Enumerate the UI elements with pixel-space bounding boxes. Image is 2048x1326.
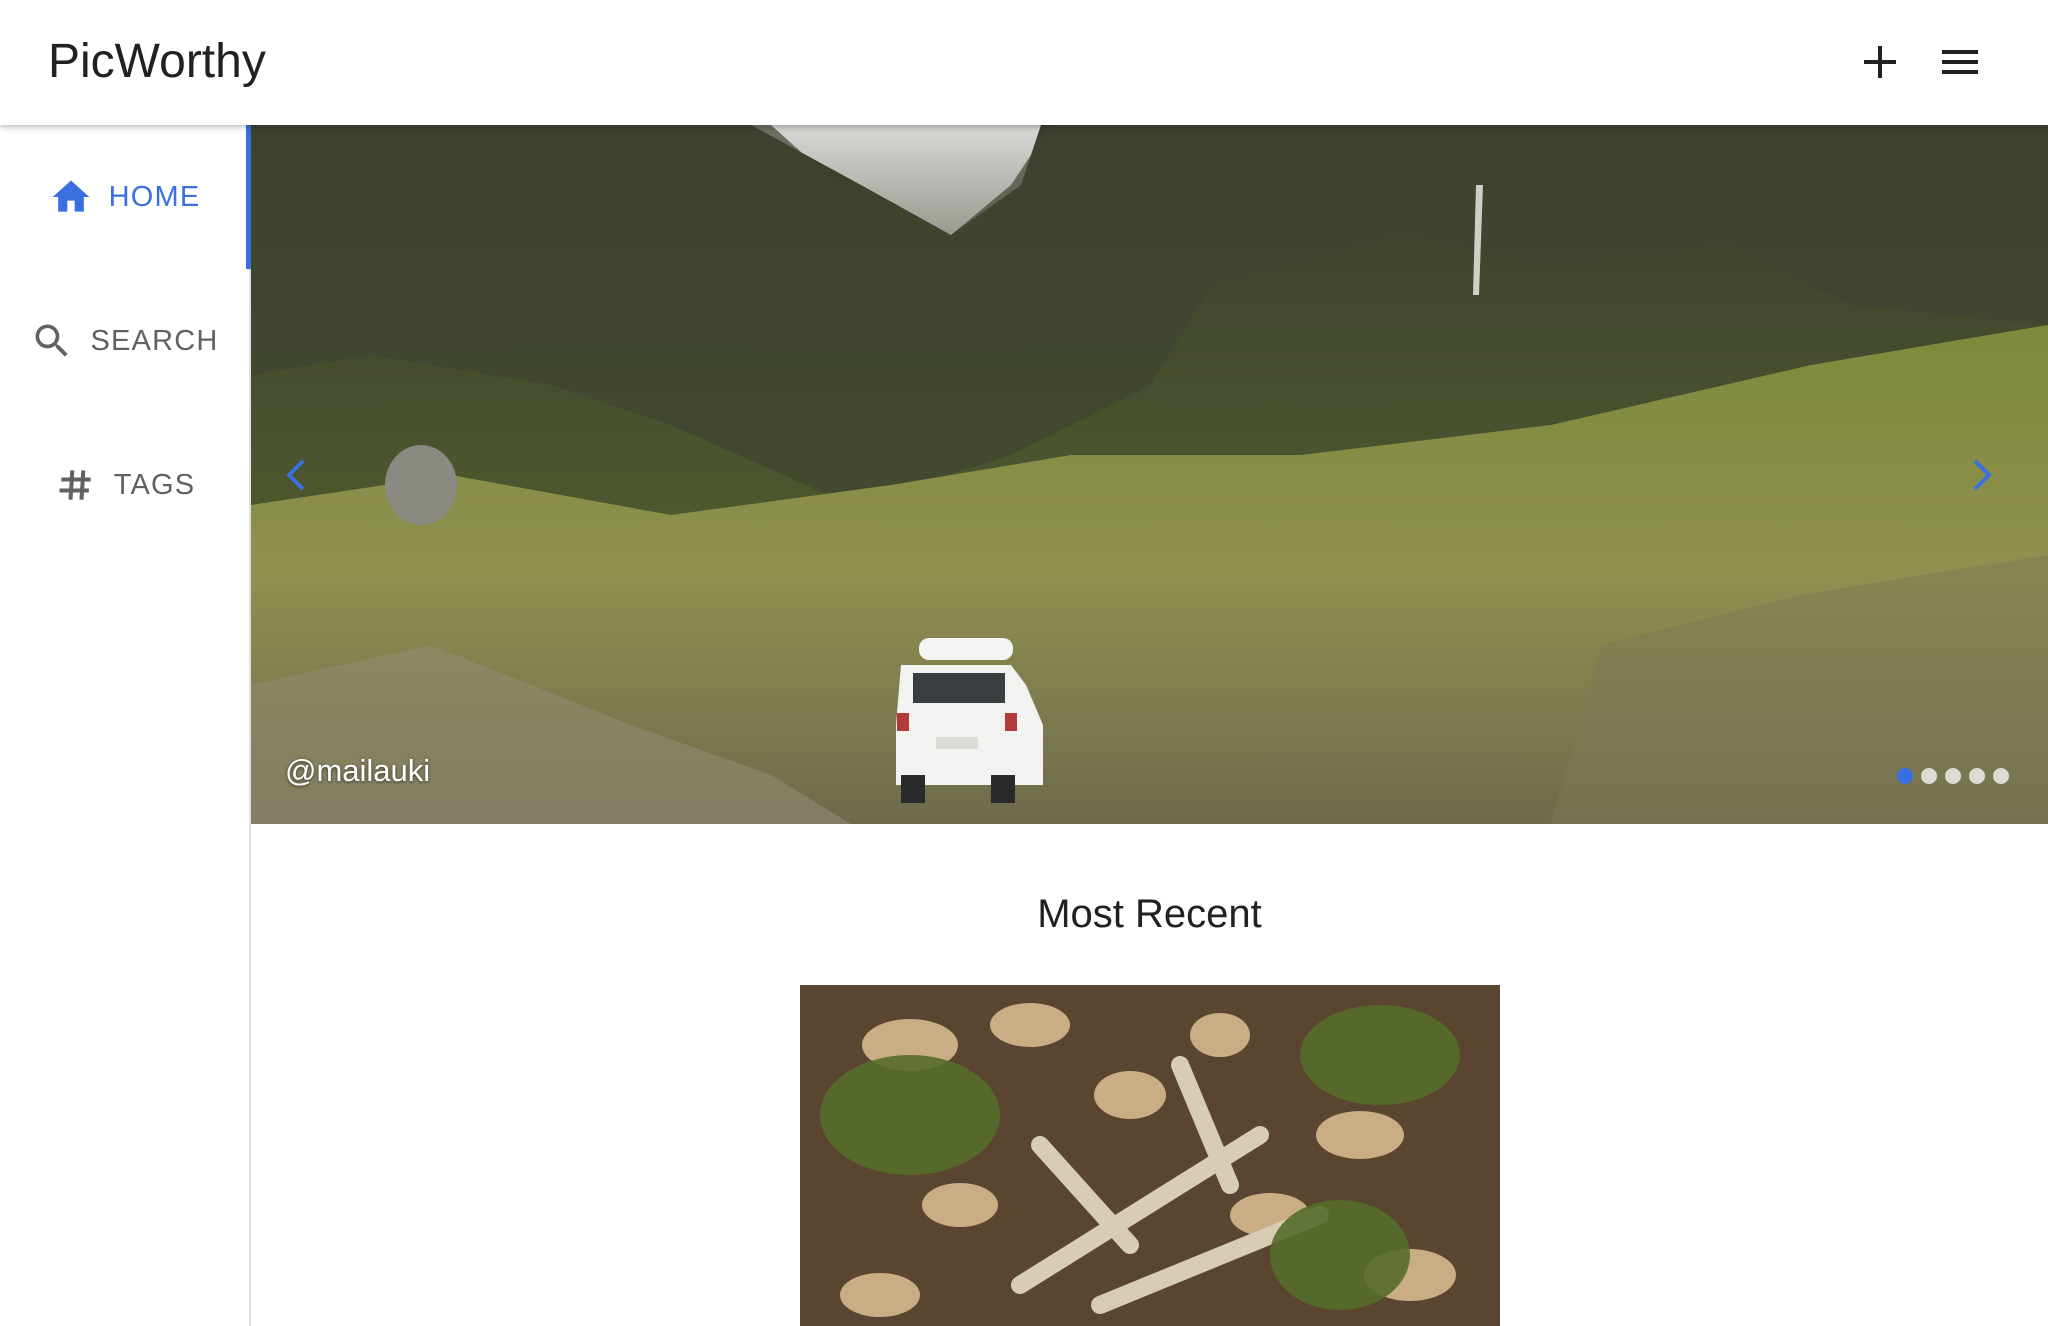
carousel-next-button[interactable] <box>1959 443 2007 507</box>
carousel-dot[interactable] <box>1897 768 1913 784</box>
carousel-dot[interactable] <box>1969 768 1985 784</box>
nav-item-home[interactable]: HOME <box>0 125 249 269</box>
carousel-slide-image <box>251 125 2048 824</box>
app-root: PicWorthy HOME SEARCH TAGS @mailauki Mos… <box>0 0 2048 1326</box>
hero-carousel[interactable]: @mailauki <box>251 125 2048 824</box>
top-app-bar: PicWorthy <box>0 0 2048 125</box>
menu-button[interactable] <box>1928 30 1992 94</box>
photo-credit[interactable]: @mailauki <box>285 753 430 789</box>
search-icon <box>30 319 74 363</box>
hamburger-menu-icon <box>1942 50 1978 74</box>
recent-photo-image <box>800 985 1500 1326</box>
nav-item-label: TAGS <box>113 468 196 501</box>
add-button[interactable] <box>1848 30 1912 94</box>
nav-item-label: HOME <box>108 180 201 213</box>
plus-icon <box>1864 46 1896 78</box>
nav-item-tags[interactable]: TAGS <box>0 413 249 557</box>
carousel-dot[interactable] <box>1945 768 1961 784</box>
carousel-prev-button[interactable] <box>271 443 319 507</box>
recent-photo-card[interactable] <box>800 985 1500 1326</box>
nav-item-search[interactable]: SEARCH <box>0 269 249 413</box>
home-icon <box>49 175 93 219</box>
carousel-dot[interactable] <box>1993 768 2009 784</box>
nav-item-label: SEARCH <box>90 324 219 357</box>
chevron-right-icon <box>1973 459 1992 491</box>
app-title[interactable]: PicWorthy <box>48 32 266 92</box>
carousel-dot[interactable] <box>1921 768 1937 784</box>
hashtag-icon <box>54 463 98 507</box>
section-title: Most Recent <box>1037 892 1262 936</box>
navigation-rail: HOME SEARCH TAGS <box>0 125 251 1326</box>
chevron-left-icon <box>286 459 305 491</box>
carousel-indicators <box>1897 768 2009 784</box>
